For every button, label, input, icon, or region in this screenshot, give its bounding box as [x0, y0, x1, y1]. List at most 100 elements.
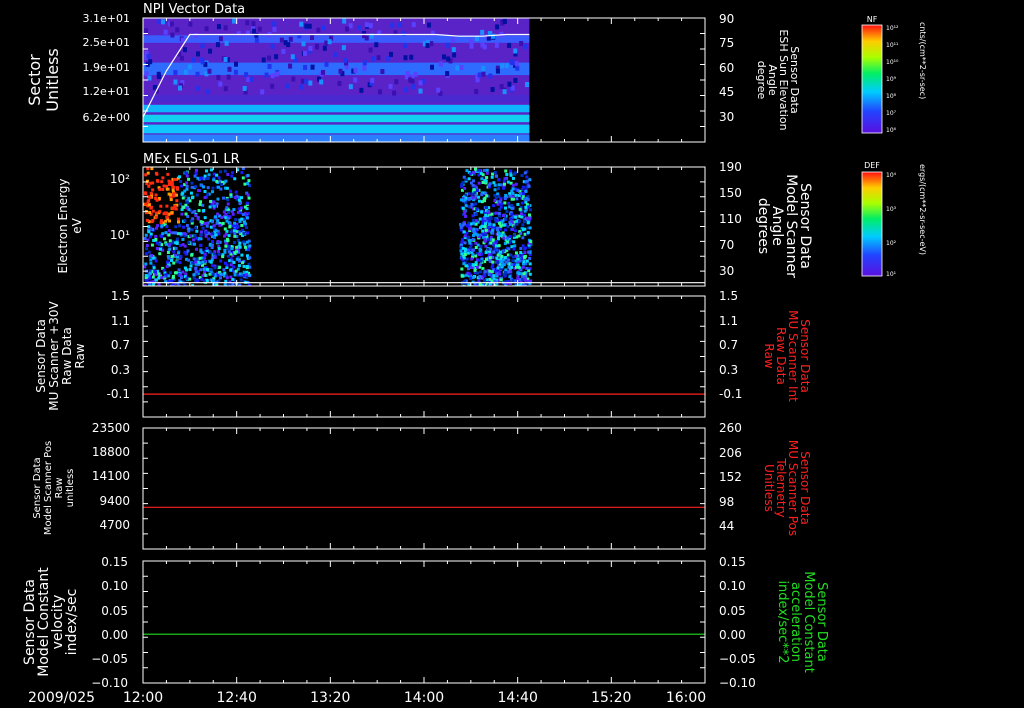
spectrogram-cell	[491, 33, 496, 39]
spectrogram-cell	[211, 220, 215, 224]
spectrogram-cell	[523, 44, 528, 50]
spectrogram-cell	[228, 221, 232, 225]
y-tick-labels: 10² 10¹	[110, 172, 130, 242]
spectrogram-cell	[279, 37, 284, 43]
spectrogram-cell	[223, 25, 228, 31]
spectrogram-cell	[177, 268, 181, 272]
spectrogram-cell	[167, 274, 171, 278]
y-tick-label: 6.2e+00	[83, 111, 130, 124]
spectrogram-cell	[519, 272, 523, 276]
spectrogram-cell	[491, 228, 495, 232]
date-label: 2009/025	[28, 690, 95, 706]
spectrogram-cell	[362, 65, 367, 71]
spectrogram-cell	[214, 215, 218, 219]
spectrogram-cell	[495, 256, 499, 260]
spectrogram-cell	[147, 75, 152, 81]
x-tick-label: 12:40	[217, 690, 257, 706]
spectrogram-cell	[212, 178, 216, 182]
spectrogram-cell	[491, 263, 495, 267]
spectrogram-cell	[497, 195, 501, 199]
spectrogram-cell	[270, 83, 275, 89]
panel-frame	[142, 560, 706, 684]
y-axis-label: Sensor Data Model Scanner Pos Raw unitle…	[32, 441, 76, 535]
spectrogram-cell	[499, 84, 504, 90]
spectrogram-cell	[513, 229, 517, 233]
spectrogram-cell	[212, 224, 216, 228]
spectrogram-cell	[487, 219, 491, 223]
spectrogram-cell	[515, 222, 519, 226]
spectrogram-cell	[225, 206, 229, 210]
right-tick-label: 0.10	[719, 579, 746, 593]
spectrogram-cell	[167, 182, 171, 186]
spectrogram-cell	[160, 180, 164, 184]
spectrogram-cell	[226, 254, 230, 258]
spectrogram-cell	[509, 253, 513, 257]
spectrogram-cell	[507, 247, 511, 251]
spectrogram-cell	[244, 72, 249, 78]
spectrogram-cell	[149, 191, 153, 195]
spectrogram-cell	[511, 183, 515, 187]
spectrogram-cell	[321, 25, 326, 31]
colorbar-ticks: 10¹² 10¹¹ 10¹⁰ 10⁹ 10⁸ 10⁷ 10⁶	[886, 25, 899, 134]
spectrogram-cell	[195, 229, 199, 233]
spectrogram-cell	[461, 238, 465, 242]
y-tick-label: −0.05	[91, 652, 128, 666]
y-tick-label: 0.00	[101, 628, 128, 642]
spectrogram-cell	[166, 172, 170, 176]
spectrogram-cell	[471, 248, 475, 252]
spectrogram-cell	[272, 21, 277, 27]
right-tick-label: 260	[719, 421, 742, 435]
spectrogram-cell	[474, 254, 478, 258]
spectrogram-cell	[493, 193, 497, 197]
spectrogram-cell	[173, 79, 178, 85]
y-axis-label: Sensor Data Model Constant velocity inde…	[22, 567, 80, 677]
spectrogram-cell	[217, 176, 221, 180]
spectrogram-cell	[299, 84, 304, 90]
spectrogram-cell	[185, 200, 189, 204]
spectrogram-cell	[208, 268, 212, 272]
spectrogram-cell	[478, 249, 482, 253]
spectrogram-cell	[243, 245, 247, 249]
spectrogram-cell	[471, 196, 475, 200]
spectrogram-cell	[233, 221, 237, 225]
spectrogram-cell	[231, 277, 235, 281]
spectrogram-cell	[503, 201, 507, 205]
spectrogram-cell	[172, 274, 176, 278]
right-tick-labels: 190 150 110 70 30	[719, 160, 742, 278]
spectrogram-cell	[514, 61, 519, 67]
spectrogram-cell	[193, 33, 198, 39]
spectrogram-cell	[203, 222, 207, 226]
spectrogram-cell	[190, 181, 194, 185]
spectrogram-cell	[348, 23, 353, 29]
spectrogram-cell	[160, 276, 164, 280]
spectrogram-cell	[241, 261, 245, 265]
spectrogram-cell	[353, 67, 358, 73]
spectrogram-cell	[522, 220, 526, 224]
spectrogram-cell	[211, 231, 215, 235]
spectrogram-cell	[178, 261, 182, 265]
spectrogram-cell	[521, 265, 525, 269]
spectrogram-cell	[502, 223, 506, 227]
spectrogram-cell	[199, 233, 203, 237]
spectrogram-cell	[222, 268, 226, 272]
spectrogram-cell	[199, 230, 203, 234]
spectrogram-cell	[507, 81, 512, 87]
spectrogram-cell	[192, 276, 196, 280]
spectrogram-cell	[511, 176, 515, 180]
spectrogram-cell	[245, 216, 249, 220]
spectrogram-cell	[496, 261, 500, 265]
spectrogram-cell	[198, 244, 202, 248]
spectrogram-cell	[215, 179, 219, 183]
spectrogram-cell	[483, 225, 487, 229]
spectrogram-cell	[251, 21, 256, 27]
spectrogram-cell	[348, 84, 353, 90]
spectrogram-cell	[450, 37, 455, 43]
spectrogram-cell	[500, 254, 504, 258]
spectrogram-cell	[497, 178, 501, 182]
spectrogram-cell	[274, 54, 279, 60]
spectrogram-cell	[274, 71, 279, 77]
spectrogram-cell	[247, 248, 251, 252]
spectrogram-cell	[514, 259, 518, 263]
spectrogram-cell	[471, 214, 475, 218]
spectrogram-cell	[519, 251, 523, 255]
